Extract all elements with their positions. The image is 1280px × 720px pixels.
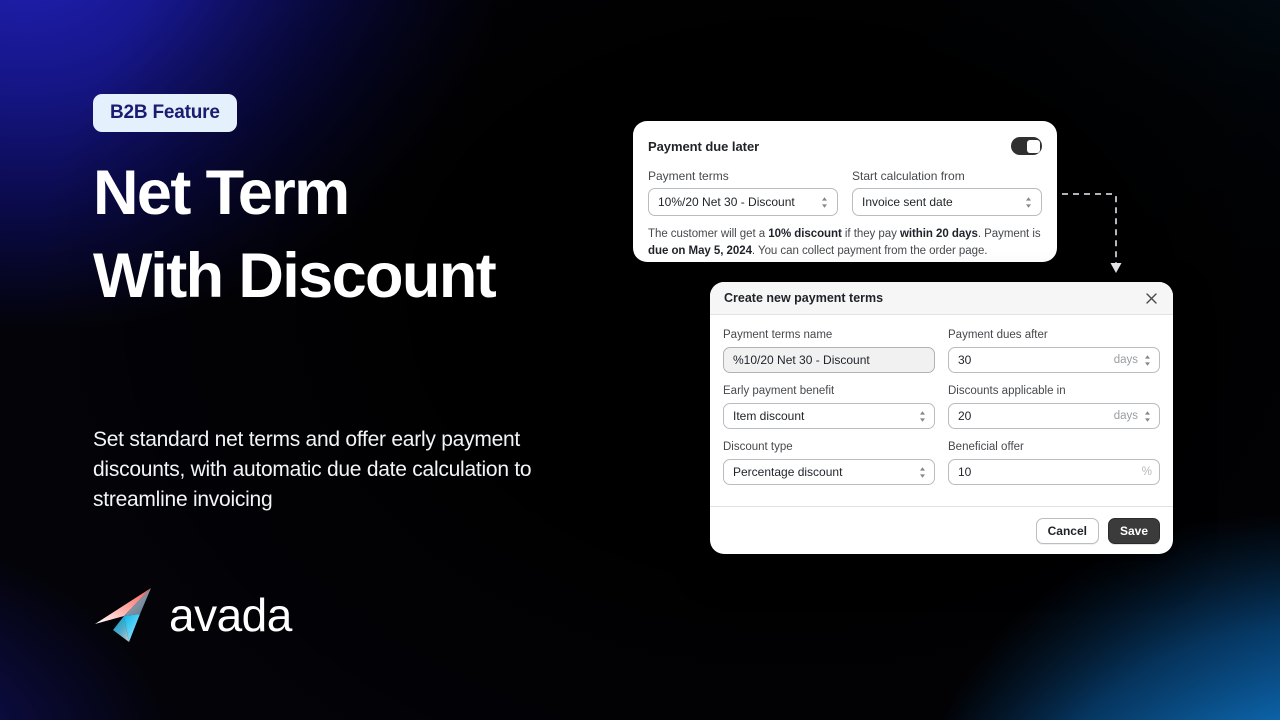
hero-panel: B2B Feature Net Term With Discount Set s…	[93, 0, 613, 720]
modal-header: Create new payment terms	[710, 282, 1173, 315]
modal-footer: Cancel Save	[710, 506, 1173, 554]
discount-type-select[interactable]: Percentage discount	[723, 459, 935, 485]
payment-due-later-toggle[interactable]	[1011, 137, 1042, 155]
chevron-updown-icon[interactable]	[1143, 354, 1152, 367]
payment-terms-group: Payment terms 10%/20 Net 30 - Discount	[648, 168, 838, 216]
chevron-updown-icon	[822, 196, 827, 208]
payment-due-later-card: Payment due later Payment terms 10%/20 N…	[633, 121, 1057, 262]
dashed-arrow-connector	[1062, 193, 1122, 273]
early-benefit-label: Early payment benefit	[723, 385, 835, 397]
payment-terms-value: 10%/20 Net 30 - Discount	[658, 195, 795, 209]
helper-bold-1: 10% discount	[768, 228, 842, 240]
discounts-applicable-stepper[interactable]: 20 days	[948, 403, 1160, 429]
discounts-applicable-value: 20	[958, 409, 972, 423]
helper-part-1: The customer will get a	[648, 228, 769, 240]
start-calculation-select[interactable]: Invoice sent date	[852, 188, 1042, 216]
avada-logo-text: avada	[169, 589, 292, 641]
card-fields-row: Payment terms 10%/20 Net 30 - Discount S…	[648, 168, 1042, 216]
card-header: Payment due later	[648, 135, 1042, 157]
modal-row-2: Early payment benefit Item discount Disc…	[723, 384, 1160, 429]
helper-bold-3: due on May 5, 2024	[648, 244, 752, 257]
headline-line-2: With Discount	[93, 241, 497, 311]
create-payment-terms-modal: Create new payment terms Payment terms n…	[710, 282, 1173, 554]
discounts-applicable-suffix: days	[1113, 410, 1138, 422]
chevron-updown-icon	[1026, 196, 1031, 208]
dues-after-value: 30	[958, 353, 972, 367]
chevron-updown-icon	[920, 410, 925, 422]
dues-after-label: Payment dues after	[948, 329, 1048, 341]
toggle-knob	[1026, 139, 1040, 153]
beneficial-offer-input[interactable]: 10 %	[948, 459, 1160, 485]
chevron-updown-icon[interactable]	[1143, 410, 1152, 423]
terms-name-value: %10/20 Net 30 - Discount	[733, 353, 870, 367]
avada-logo: avada	[93, 586, 292, 644]
payment-terms-select[interactable]: 10%/20 Net 30 - Discount	[648, 188, 838, 216]
close-icon[interactable]	[1141, 288, 1161, 308]
avada-logo-icon	[95, 588, 151, 642]
discount-type-label: Discount type	[723, 441, 793, 453]
terms-name-group: Payment terms name %10/20 Net 30 - Disco…	[723, 328, 935, 373]
start-calculation-value: Invoice sent date	[862, 195, 953, 209]
start-calculation-label: Start calculation from	[852, 169, 965, 183]
helper-part-3: . Payment is	[977, 228, 1041, 240]
beneficial-offer-group: Beneficial offer 10 %	[948, 440, 1160, 485]
beneficial-offer-value: 10	[958, 465, 972, 479]
modal-title: Create new payment terms	[724, 291, 884, 305]
helper-bold-2: within 20 days	[899, 228, 978, 240]
headline-line-1: Net Term	[93, 158, 350, 228]
discounts-applicable-group: Discounts applicable in 20 days	[948, 384, 1160, 429]
hero-description: Set standard net terms and offer early p…	[93, 428, 532, 511]
beneficial-offer-label: Beneficial offer	[948, 441, 1024, 453]
dues-after-suffix: days	[1113, 354, 1138, 366]
modal-row-1: Payment terms name %10/20 Net 30 - Disco…	[723, 328, 1160, 373]
discount-type-value: Percentage discount	[733, 465, 843, 479]
feature-badge: B2B Feature	[93, 94, 237, 132]
early-benefit-select[interactable]: Item discount	[723, 403, 935, 429]
early-benefit-value: Item discount	[733, 409, 805, 423]
discount-type-group: Discount type Percentage discount	[723, 440, 935, 485]
payment-terms-label: Payment terms	[648, 169, 729, 183]
terms-name-label: Payment terms name	[723, 329, 833, 341]
close-x-glyph	[1145, 292, 1157, 304]
save-button[interactable]: Save	[1107, 517, 1160, 544]
start-calculation-group: Start calculation from Invoice sent date	[852, 168, 1042, 216]
chevron-updown-icon	[920, 466, 925, 478]
page-title: Net Term With Discount	[93, 152, 613, 318]
payment-helper-text: The customer will get a 10% discount if …	[648, 226, 1042, 259]
cancel-button[interactable]: Cancel	[1035, 517, 1099, 544]
dues-after-group: Payment dues after 30 days	[948, 328, 1160, 373]
dues-after-stepper[interactable]: 30 days	[948, 347, 1160, 373]
card-title: Payment due later	[648, 138, 760, 154]
beneficial-offer-suffix: %	[1141, 466, 1152, 478]
early-benefit-group: Early payment benefit Item discount	[723, 384, 935, 429]
terms-name-input[interactable]: %10/20 Net 30 - Discount	[723, 347, 935, 373]
helper-part-4: . You can collect payment from the order…	[751, 244, 988, 257]
modal-row-3: Discount type Percentage discount Benefi…	[723, 440, 1160, 485]
helper-part-2: if they pay	[841, 228, 900, 240]
discounts-applicable-label: Discounts applicable in	[948, 385, 1066, 397]
modal-body: Payment terms name %10/20 Net 30 - Disco…	[710, 315, 1173, 485]
